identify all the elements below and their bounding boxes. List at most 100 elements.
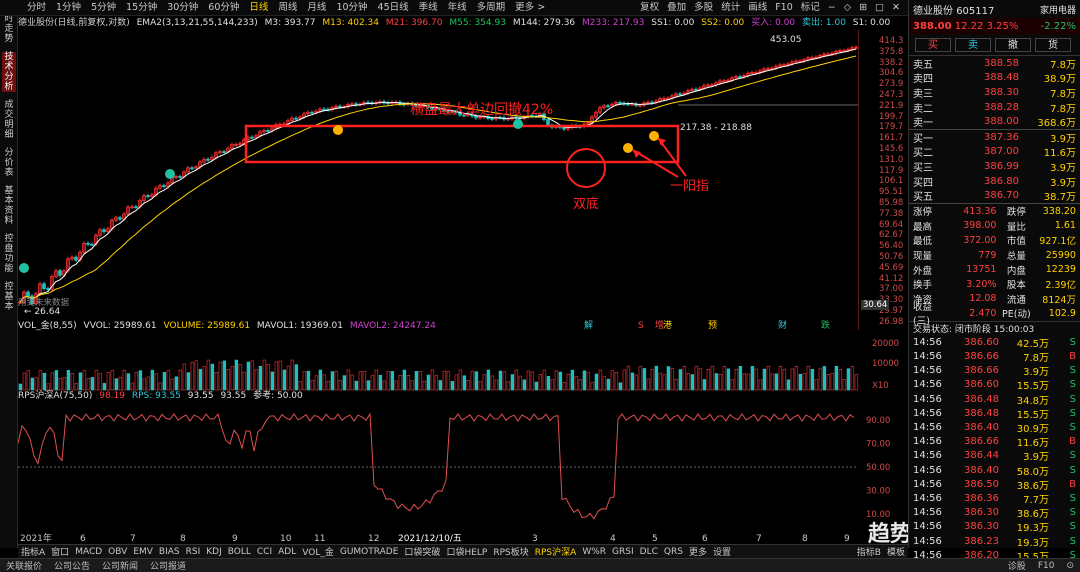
bid-row-4[interactable]: 买五 386.70 38.7万: [909, 188, 1080, 203]
period-tab-3[interactable]: 15分钟: [121, 0, 162, 16]
statusbar-item-4[interactable]: 诊股: [1002, 559, 1032, 572]
indicator-tab-0[interactable]: 指标A: [18, 545, 48, 558]
period-tab-5[interactable]: 60分钟: [203, 0, 244, 16]
tick-row-1[interactable]: 14:56 386.66 7.8万 B: [909, 349, 1080, 364]
indicator-tab-15[interactable]: RPS板块: [490, 545, 531, 558]
statusbar-item-6[interactable]: ⊙: [1060, 561, 1080, 571]
tick-row-5[interactable]: 14:56 386.48 15.5万 S: [909, 406, 1080, 421]
indicator-tab-9[interactable]: CCI: [254, 547, 275, 557]
period-tab-7[interactable]: 周线: [273, 0, 302, 16]
event-marker-4[interactable]: 预: [708, 320, 717, 330]
indicator-tab-14[interactable]: 口袋HELP: [443, 545, 490, 558]
toolbar-right-item-8[interactable]: ◇: [840, 0, 855, 16]
bid-row-3[interactable]: 买四 386.80 3.9万: [909, 174, 1080, 189]
indicator-tab-19[interactable]: DLC: [637, 547, 661, 557]
toolbar-right-item-4[interactable]: 画线: [744, 0, 771, 16]
tick-row-12[interactable]: 14:56 386.30 38.6万 S: [909, 506, 1080, 520]
indicator-tab-10[interactable]: ADL: [275, 547, 299, 557]
toolbar-right-item-5[interactable]: F10: [771, 0, 797, 16]
indicator-tab-13[interactable]: 口袋突破: [401, 545, 443, 558]
tick-row-0[interactable]: 14:56 386.60 42.5万 S: [909, 335, 1080, 350]
toolbar-right-item-11[interactable]: ✕: [888, 0, 904, 16]
period-tab-10[interactable]: 45日线: [373, 0, 414, 16]
indicator-tab-2[interactable]: MACD: [72, 547, 105, 557]
indicator-tab-8[interactable]: BOLL: [225, 547, 254, 557]
rps-chart[interactable]: 90.0070.0050.0030.0010.00: [18, 402, 908, 530]
candlestick-chart[interactable]: 横盘最大单边回撤42% 双底 一阳指 217.38 - 218.88 453.05 ← 2…: [18, 30, 858, 330]
period-tab-9[interactable]: 10分钟: [331, 0, 372, 16]
left-nav-item-2[interactable]: 成交明细: [2, 100, 16, 140]
tick-row-2[interactable]: 14:56 386.66 3.9万 S: [909, 364, 1080, 378]
trade-button-3[interactable]: 货: [1035, 37, 1071, 52]
indicator-tab-23[interactable]: 指标B: [854, 545, 884, 558]
indicator-tab-24[interactable]: 模板: [884, 545, 908, 558]
tick-row-9[interactable]: 14:56 386.40 58.0万 S: [909, 463, 1080, 478]
tick-row-6[interactable]: 14:56 386.40 30.9万 S: [909, 420, 1080, 435]
indicator-tab-20[interactable]: QRS: [661, 547, 686, 557]
tick-row-3[interactable]: 14:56 386.60 15.5万 S: [909, 378, 1080, 392]
period-tab-4[interactable]: 30分钟: [162, 0, 203, 16]
period-tab-12[interactable]: 年线: [443, 0, 472, 16]
period-tab-14[interactable]: 更多 >: [510, 0, 550, 16]
ask-row-0[interactable]: 卖五 388.58 7.8万: [909, 56, 1080, 71]
period-tab-13[interactable]: 多周期: [472, 0, 511, 16]
statusbar-item-0[interactable]: 关联报价: [0, 559, 48, 572]
indicator-tab-22[interactable]: 设置: [710, 545, 734, 558]
statusbar-item-5[interactable]: F10: [1032, 561, 1061, 571]
left-nav-item-4[interactable]: 基本资料: [2, 186, 16, 226]
indicator-tab-16[interactable]: RPS沪深A: [532, 545, 580, 558]
left-nav-item-6[interactable]: 控基本: [2, 282, 16, 312]
toolbar-right-item-10[interactable]: □: [871, 0, 888, 16]
event-marker-0[interactable]: 解: [584, 319, 593, 330]
ask-row-3[interactable]: 卖二 388.28 7.8万: [909, 100, 1080, 115]
ask-row-1[interactable]: 卖四 388.48 38.9万: [909, 71, 1080, 85]
bid-row-1[interactable]: 买二 387.00 11.6万: [909, 145, 1080, 159]
toolbar-right-item-1[interactable]: 叠加: [663, 0, 690, 16]
tick-row-4[interactable]: 14:56 386.48 34.8万 S: [909, 392, 1080, 407]
bid-row-0[interactable]: 买一 387.36 3.9万: [909, 130, 1080, 145]
indicator-tab-5[interactable]: BIAS: [156, 547, 183, 557]
left-nav-item-5[interactable]: 控盘功能: [2, 234, 16, 274]
ask-row-2[interactable]: 卖三 388.30 7.8万: [909, 85, 1080, 100]
tick-row-14[interactable]: 14:56 386.23 19.3万 S: [909, 534, 1080, 549]
toolbar-right-item-9[interactable]: ⊞: [855, 0, 871, 16]
tick-row-11[interactable]: 14:56 386.36 7.7万 S: [909, 491, 1080, 506]
tick-row-8[interactable]: 14:56 386.44 3.9万 S: [909, 449, 1080, 463]
period-tab-11[interactable]: 季线: [414, 0, 443, 16]
ask-row-4[interactable]: 卖一 388.00 368.6万: [909, 114, 1080, 129]
event-marker-6[interactable]: 跌: [821, 320, 830, 330]
period-tab-2[interactable]: 5分钟: [86, 0, 121, 16]
volume-chart[interactable]: 20000 10000 X10: [18, 332, 908, 392]
indicator-tab-3[interactable]: OBV: [105, 547, 130, 557]
statusbar-item-1[interactable]: 公司公告: [48, 559, 96, 572]
trade-button-0[interactable]: 买: [915, 37, 951, 52]
toolbar-right-item-3[interactable]: 统计: [717, 0, 744, 16]
trade-button-2[interactable]: 撤: [995, 37, 1031, 52]
tick-row-10[interactable]: 14:56 386.50 38.6万 B: [909, 477, 1080, 492]
period-tab-1[interactable]: 1分钟: [51, 0, 86, 16]
toolbar-right-item-2[interactable]: 多股: [690, 0, 717, 16]
event-marker-1[interactable]: S: [638, 321, 644, 330]
left-nav-item-1[interactable]: 技术分析: [2, 52, 16, 92]
period-tab-0[interactable]: 分时: [22, 0, 51, 16]
tick-list[interactable]: 14:56 386.60 42.5万 S 14:56 386.66 7.8万 B 14:56 38…: [909, 335, 1080, 572]
statusbar-item-3[interactable]: 公司报道: [144, 559, 192, 572]
indicator-tab-18[interactable]: GRSI: [609, 547, 637, 557]
indicator-tab-1[interactable]: 窗口: [48, 545, 72, 558]
indicator-tab-11[interactable]: VOL_金: [299, 545, 337, 558]
toolbar-right-item-0[interactable]: 复权: [636, 0, 663, 16]
indicator-tab-7[interactable]: KDJ: [203, 547, 225, 557]
left-nav-item-3[interactable]: 分价表: [2, 148, 16, 178]
trade-button-1[interactable]: 卖: [955, 37, 991, 52]
indicator-tab-17[interactable]: W%R: [579, 547, 609, 557]
tick-row-7[interactable]: 14:56 386.66 11.6万 B: [909, 435, 1080, 449]
statusbar-item-2[interactable]: 公司新闻: [96, 559, 144, 572]
period-tab-6[interactable]: 日线: [244, 0, 273, 16]
indicator-tab-12[interactable]: GUMOTRADE: [337, 547, 402, 557]
toolbar-right-item-6[interactable]: 标记: [797, 0, 824, 16]
indicator-tab-6[interactable]: RSI: [183, 547, 204, 557]
period-tab-8[interactable]: 月线: [302, 0, 331, 16]
indicator-tab-4[interactable]: EMV: [130, 547, 156, 557]
chart-area[interactable]: 德业股份(日线,前复权,对数) EMA2(3,13,21,55,144,233)…: [18, 16, 978, 547]
toolbar-right-item-7[interactable]: −: [824, 0, 840, 16]
